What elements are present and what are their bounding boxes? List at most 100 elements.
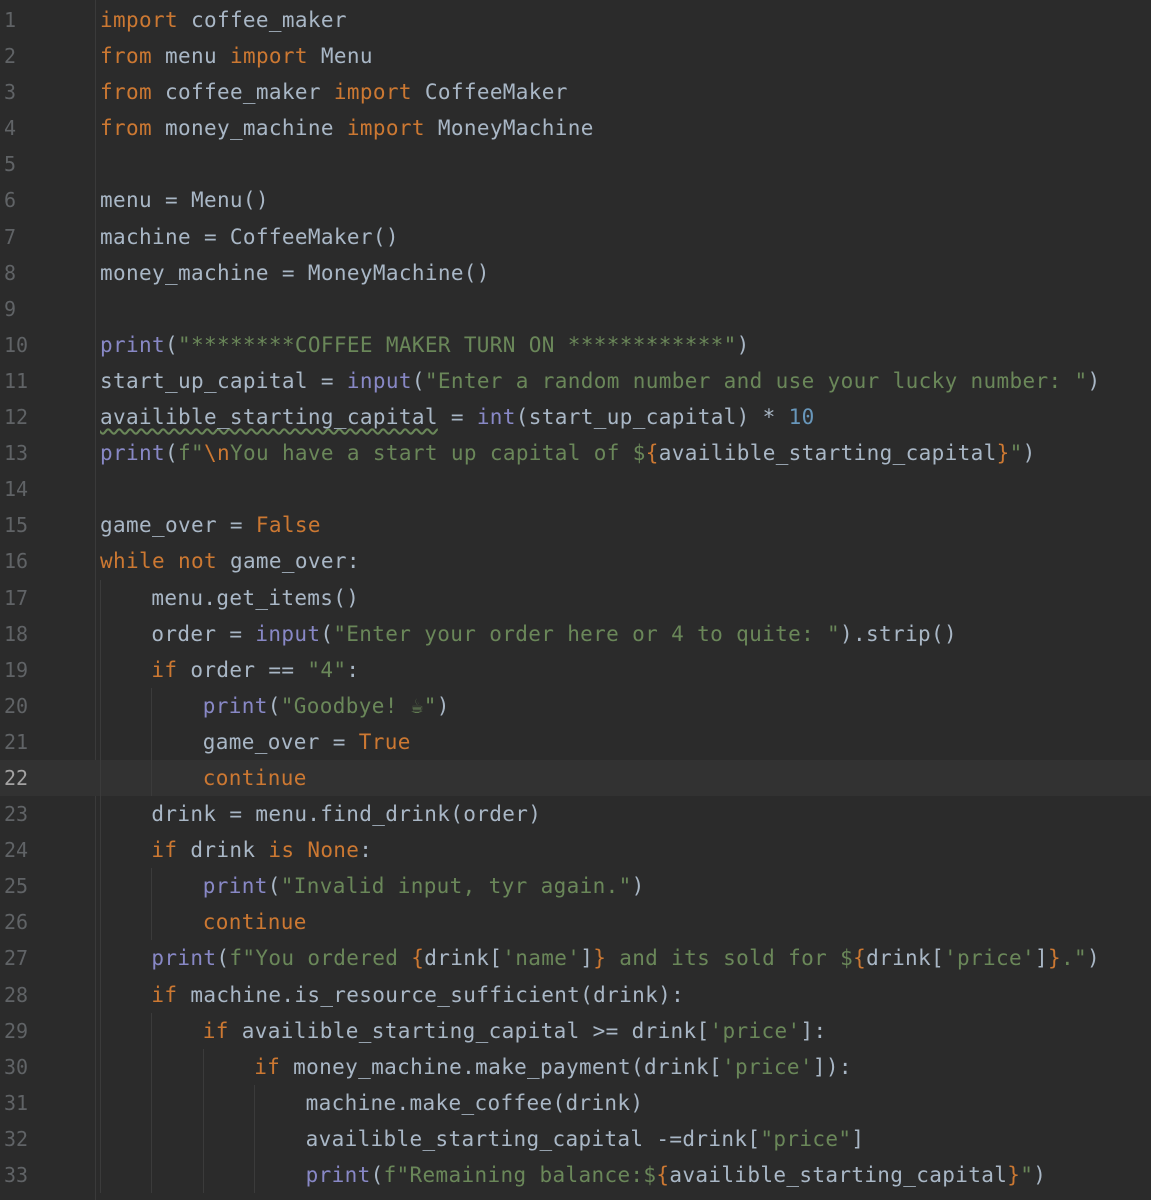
line-number[interactable]: 15 (4, 507, 28, 543)
code-text[interactable]: import coffee_maker (100, 2, 347, 38)
code-text[interactable]: print(f"You ordered {drink['name']} and … (151, 940, 1100, 976)
code-text[interactable]: from coffee_maker import CoffeeMaker (100, 74, 568, 110)
code-text[interactable]: money_machine = MoneyMachine() (100, 255, 490, 291)
code-text[interactable]: print("Invalid input, tyr again.") (203, 868, 645, 904)
code-line[interactable]: 7 machine = CoffeeMaker() (0, 219, 1151, 255)
code-text[interactable]: if order == "4": (151, 652, 359, 688)
code-line[interactable]: 21 game_over = True (0, 723, 1151, 760)
line-number[interactable]: 5 (4, 146, 16, 182)
indent-guide (100, 868, 101, 905)
indent-guide (151, 1048, 153, 1085)
code-text[interactable]: game_over = False (100, 507, 321, 543)
code-line[interactable]: 20 print("Goodbye! ☕") (0, 687, 1151, 724)
code-line[interactable]: 28 if machine.is_resource_sufficient(drin… (0, 976, 1151, 1013)
code-token-builtin: input (346, 368, 412, 393)
line-number[interactable]: 3 (4, 74, 16, 110)
line-number[interactable]: 9 (4, 291, 16, 327)
code-text[interactable]: if drink is None: (151, 832, 372, 868)
code-text[interactable]: print(f"\nYou have a start up capital of… (100, 435, 1036, 471)
code-text[interactable]: if money_machine.make_payment(drink['pri… (254, 1049, 852, 1085)
code-token-default: availible_starting_capital (658, 441, 997, 466)
code-line[interactable]: 31 machine.make_coffee(drink) (0, 1084, 1151, 1121)
code-text[interactable]: print("Goodbye! ☕") (203, 688, 450, 724)
indent-guide (100, 1048, 101, 1085)
code-line[interactable]: 29 if availible_starting_capital >= drink… (0, 1012, 1151, 1049)
code-text[interactable]: print("********COFFEE MAKER TURN ON ****… (100, 327, 750, 363)
code-text[interactable]: menu = Menu() (100, 182, 269, 218)
code-line[interactable]: 3 from coffee_maker import CoffeeMaker (0, 74, 1151, 110)
code-line[interactable]: 11 start_up_capital = input("Enter a rand… (0, 363, 1151, 399)
line-number[interactable]: 12 (4, 399, 28, 435)
code-editor[interactable]: 1 import coffee_maker 2 from menu import Me… (0, 0, 1151, 1200)
code-text[interactable]: game_over = True (203, 724, 411, 760)
line-number[interactable]: 8 (4, 255, 16, 291)
code-text[interactable]: start_up_capital = input("Enter a random… (100, 363, 1101, 399)
code-line[interactable]: 25 print("Invalid input, tyr again.") (0, 868, 1151, 905)
code-line[interactable]: 1 import coffee_maker (0, 2, 1151, 38)
code-line[interactable]: 5 (0, 146, 1151, 182)
code-token-default: Menu (307, 44, 373, 69)
indent-guide (151, 904, 153, 941)
code-line[interactable]: 18 order = input("Enter your order here o… (0, 615, 1151, 652)
line-number[interactable]: 2 (4, 38, 16, 74)
code-token-esc: \n (203, 441, 230, 466)
indent-guide (151, 723, 153, 760)
code-line[interactable]: 17 menu.get_items() (0, 579, 1151, 616)
code-line[interactable]: 26 continue (0, 904, 1151, 941)
code-text[interactable]: from money_machine import MoneyMachine (100, 110, 594, 146)
line-number[interactable]: 13 (4, 435, 28, 471)
code-token-default: ] (1035, 946, 1048, 971)
code-text[interactable]: drink = menu.find_drink(order) (151, 796, 541, 832)
line-number[interactable]: 14 (4, 471, 28, 507)
code-text[interactable]: availible_starting_capital = int(start_u… (100, 399, 815, 435)
code-line[interactable]: 32 availible_starting_capital -=drink["pr… (0, 1120, 1151, 1157)
code-line[interactable]: 19 if order == "4": (0, 651, 1151, 688)
code-line[interactable]: 27 print(f"You ordered {drink['name']} an… (0, 940, 1151, 977)
code-line[interactable]: 24 if drink is None: (0, 832, 1151, 869)
code-line[interactable]: 14 (0, 471, 1151, 507)
code-text[interactable]: while not game_over: (100, 543, 360, 579)
code-line[interactable]: 12 availible_starting_capital = int(start… (0, 399, 1151, 435)
code-token-default: game_over = (202, 729, 359, 754)
code-token-brace: { (853, 946, 867, 971)
line-number[interactable]: 4 (4, 110, 16, 146)
line-number[interactable]: 6 (4, 182, 16, 218)
code-lines[interactable]: 1 import coffee_maker 2 from menu import Me… (0, 2, 1151, 1194)
line-number[interactable]: 16 (4, 543, 28, 579)
line-number[interactable]: 7 (4, 219, 16, 255)
code-line[interactable]: 9 (0, 291, 1151, 327)
code-line[interactable]: 33 print(f"Remaining balance:${availible_… (0, 1157, 1151, 1194)
code-text[interactable]: if availible_starting_capital >= drink['… (203, 1013, 827, 1049)
code-line[interactable]: 16 while not game_over: (0, 543, 1151, 579)
code-line[interactable]: 4 from money_machine import MoneyMachine (0, 110, 1151, 146)
code-text[interactable]: from menu import Menu (100, 38, 373, 74)
code-text[interactable]: continue (203, 904, 307, 940)
code-line[interactable]: 6 menu = Menu() (0, 182, 1151, 218)
code-line[interactable]: 22 continue (0, 759, 1151, 797)
code-token-default: menu = Menu() (100, 188, 269, 213)
code-token-kw: if (254, 1054, 281, 1079)
code-text[interactable]: continue (203, 760, 307, 796)
line-number[interactable]: 10 (4, 327, 28, 363)
code-text[interactable]: machine = CoffeeMaker() (100, 219, 399, 255)
indent-guide (202, 1048, 204, 1085)
code-line[interactable]: 2 from menu import Menu (0, 38, 1151, 74)
code-token-default: ( (164, 441, 178, 466)
code-text[interactable]: machine.make_coffee(drink) (306, 1085, 644, 1121)
code-text[interactable]: order = input("Enter your order here or … (151, 616, 957, 652)
code-line[interactable]: 10 print("********COFFEE MAKER TURN ON **… (0, 327, 1151, 363)
code-line[interactable]: 23 drink = menu.find_drink(order) (0, 796, 1151, 833)
code-text[interactable]: print(f"Remaining balance:${availible_st… (306, 1157, 1047, 1193)
code-text[interactable]: menu.get_items() (151, 580, 359, 616)
code-text[interactable]: if machine.is_resource_sufficient(drink)… (151, 977, 684, 1013)
code-line[interactable]: 15 game_over = False (0, 507, 1151, 543)
code-line[interactable]: 30 if money_machine.make_payment(drink['p… (0, 1048, 1151, 1085)
code-line[interactable]: 13 print(f"\nYou have a start up capital … (0, 435, 1151, 471)
line-number[interactable]: 1 (4, 2, 16, 38)
code-token-str: "Enter a random number and use your luck… (424, 368, 1088, 393)
line-number[interactable]: 11 (4, 363, 28, 399)
code-token-num: 10 (788, 405, 815, 430)
code-line[interactable]: 8 money_machine = MoneyMachine() (0, 255, 1151, 291)
code-token-kw: continue (202, 910, 307, 935)
code-text[interactable]: availible_starting_capital -=drink["pric… (306, 1121, 865, 1157)
